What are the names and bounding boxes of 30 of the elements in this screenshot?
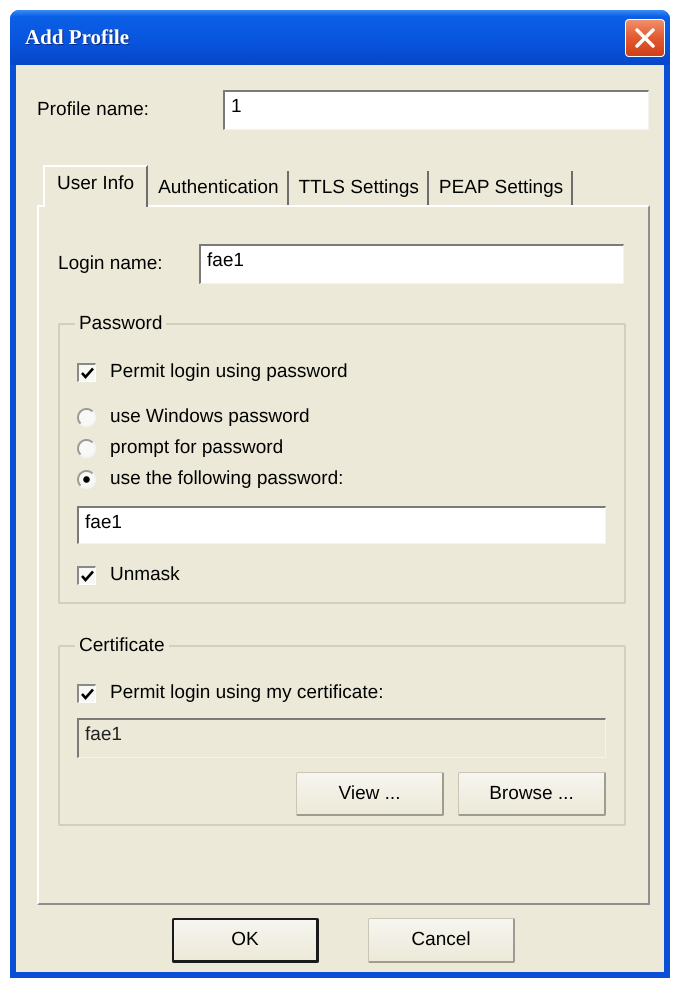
checkbox-label: Permit login using my certificate: [110, 682, 384, 704]
login-name-field[interactable]: fae1 [199, 244, 624, 284]
tab[interactable]: User Info [43, 165, 148, 207]
certificate-button[interactable]: Browse ... [458, 772, 606, 816]
checkbox[interactable] [77, 566, 96, 584]
certificate-button[interactable]: View ... [296, 772, 444, 816]
dialog-button[interactable]: OK [172, 918, 319, 963]
radio-button[interactable] [77, 438, 96, 458]
group-title: Password [78, 313, 164, 335]
radio-button[interactable] [77, 470, 96, 488]
checkbox-label: Permit login using password [110, 361, 348, 383]
checkbox-label: Unmask [110, 564, 180, 586]
group-title: Certificate [78, 635, 166, 657]
radio-label: prompt for password [110, 437, 284, 459]
checkmark-icon [80, 366, 94, 378]
radio-label: use Windows password [110, 406, 310, 428]
close-icon [634, 26, 656, 48]
password-field[interactable]: fae1 [77, 506, 606, 544]
profile-name-field[interactable]: 1 [223, 90, 649, 130]
checkmark-icon [80, 688, 94, 700]
checkbox[interactable] [77, 362, 96, 382]
profile-name-label: Profile name: [37, 99, 150, 121]
radio-label: use the following password: [110, 468, 344, 490]
login-name-label: Login name: [58, 253, 164, 275]
radio-button[interactable] [77, 408, 96, 426]
dialog-button[interactable]: Cancel [368, 918, 515, 963]
checkbox[interactable] [77, 684, 96, 702]
checkmark-icon [80, 570, 94, 582]
window-title: Add Profile [25, 25, 130, 50]
close-button[interactable] [625, 18, 665, 56]
